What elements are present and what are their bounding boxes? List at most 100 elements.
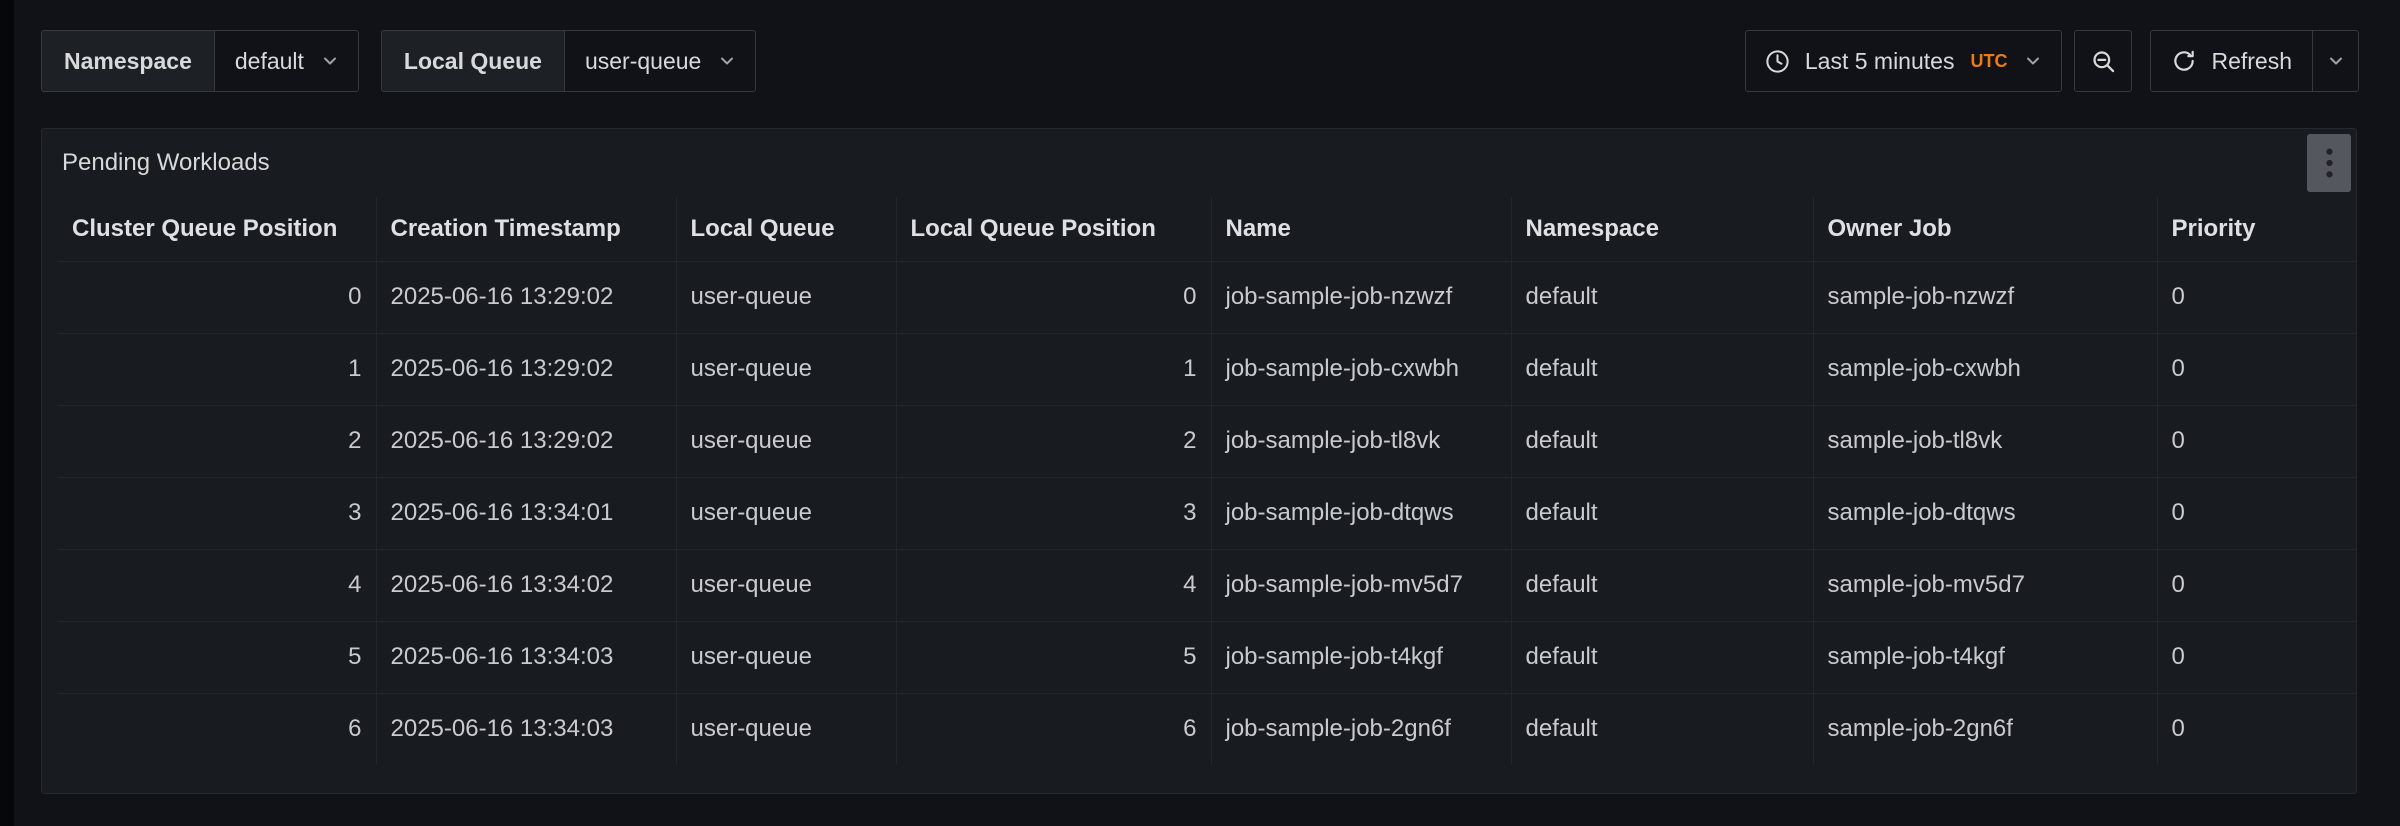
table-row: 12025-06-16 13:29:02user-queue1job-sampl…: [58, 333, 2356, 405]
column-header-creation_timestamp[interactable]: Creation Timestamp: [376, 197, 676, 261]
table-row: 62025-06-16 13:34:03user-queue6job-sampl…: [58, 693, 2356, 765]
cell-priority: 0: [2157, 261, 2356, 333]
cell-local_queue_position: 4: [896, 549, 1211, 621]
cell-local_queue_position: 1: [896, 333, 1211, 405]
time-range-label: Last 5 minutes: [1805, 48, 1955, 75]
refresh-interval-dropdown[interactable]: [2312, 31, 2358, 91]
cell-cluster_queue_position: 2: [58, 405, 376, 477]
chevron-down-icon: [320, 51, 340, 71]
table-row: 32025-06-16 13:34:01user-queue3job-sampl…: [58, 477, 2356, 549]
cell-namespace: default: [1511, 549, 1813, 621]
cell-local_queue: user-queue: [676, 333, 896, 405]
cell-creation_timestamp: 2025-06-16 13:34:03: [376, 621, 676, 693]
cell-local_queue_position: 5: [896, 621, 1211, 693]
table-wrap: Cluster Queue PositionCreation Timestamp…: [42, 197, 2356, 765]
column-header-local_queue[interactable]: Local Queue: [676, 197, 896, 261]
cell-name: job-sample-job-2gn6f: [1211, 693, 1511, 765]
cell-cluster_queue_position: 3: [58, 477, 376, 549]
cell-owner_job: sample-job-nzwzf: [1813, 261, 2157, 333]
zoom-out-time-range-button[interactable]: [2074, 30, 2132, 92]
time-range-picker-button[interactable]: Last 5 minutes UTC: [1745, 30, 2063, 92]
cell-local_queue: user-queue: [676, 405, 896, 477]
cell-namespace: default: [1511, 405, 1813, 477]
cell-name: job-sample-job-mv5d7: [1211, 549, 1511, 621]
table-row: 02025-06-16 13:29:02user-queue0job-sampl…: [58, 261, 2356, 333]
cell-name: job-sample-job-tl8vk: [1211, 405, 1511, 477]
chevron-down-icon: [717, 51, 737, 71]
cell-priority: 0: [2157, 405, 2356, 477]
cell-priority: 0: [2157, 621, 2356, 693]
cell-creation_timestamp: 2025-06-16 13:29:02: [376, 405, 676, 477]
cell-local_queue_position: 0: [896, 261, 1211, 333]
cell-creation_timestamp: 2025-06-16 13:29:02: [376, 261, 676, 333]
variable-local-queue-value: user-queue: [585, 48, 701, 75]
cell-creation_timestamp: 2025-06-16 13:34:01: [376, 477, 676, 549]
column-header-cluster_queue_position[interactable]: Cluster Queue Position: [58, 197, 376, 261]
variable-local-queue-select[interactable]: user-queue: [565, 30, 756, 92]
variable-local-queue-label: Local Queue: [381, 30, 565, 92]
cell-priority: 0: [2157, 549, 2356, 621]
cell-cluster_queue_position: 5: [58, 621, 376, 693]
variable-namespace: Namespace default: [41, 30, 359, 92]
variable-local-queue: Local Queue user-queue: [381, 30, 756, 92]
table-row: 22025-06-16 13:29:02user-queue2job-sampl…: [58, 405, 2356, 477]
cell-local_queue: user-queue: [676, 693, 896, 765]
variable-namespace-select[interactable]: default: [215, 30, 359, 92]
cell-owner_job: sample-job-2gn6f: [1813, 693, 2157, 765]
cell-cluster_queue_position: 1: [58, 333, 376, 405]
cell-cluster_queue_position: 4: [58, 549, 376, 621]
cell-owner_job: sample-job-cxwbh: [1813, 333, 2157, 405]
refresh-label: Refresh: [2211, 48, 2292, 75]
variable-namespace-value: default: [235, 48, 304, 75]
table-row: 42025-06-16 13:34:02user-queue4job-sampl…: [58, 549, 2356, 621]
cell-namespace: default: [1511, 333, 1813, 405]
cell-cluster_queue_position: 6: [58, 693, 376, 765]
column-header-priority[interactable]: Priority: [2157, 197, 2356, 261]
cell-owner_job: sample-job-t4kgf: [1813, 621, 2157, 693]
refresh-split-button: Refresh: [2150, 30, 2359, 92]
cell-priority: 0: [2157, 693, 2356, 765]
cell-namespace: default: [1511, 621, 1813, 693]
cell-namespace: default: [1511, 693, 1813, 765]
panel-header: Pending Workloads: [42, 129, 2356, 197]
cell-priority: 0: [2157, 333, 2356, 405]
table-row: 52025-06-16 13:34:03user-queue5job-sampl…: [58, 621, 2356, 693]
cell-creation_timestamp: 2025-06-16 13:34:03: [376, 693, 676, 765]
cell-local_queue_position: 2: [896, 405, 1211, 477]
panel-title[interactable]: Pending Workloads: [62, 149, 270, 177]
cell-creation_timestamp: 2025-06-16 13:34:02: [376, 549, 676, 621]
cell-local_queue_position: 6: [896, 693, 1211, 765]
pending-workloads-table: Cluster Queue PositionCreation Timestamp…: [58, 197, 2356, 765]
cell-namespace: default: [1511, 261, 1813, 333]
kebab-menu-icon: [2325, 146, 2334, 180]
cell-name: job-sample-job-t4kgf: [1211, 621, 1511, 693]
cell-namespace: default: [1511, 477, 1813, 549]
cell-owner_job: sample-job-mv5d7: [1813, 549, 2157, 621]
panel-menu-button[interactable]: [2307, 134, 2351, 192]
cell-owner_job: sample-job-dtqws: [1813, 477, 2157, 549]
dashboard-toolbar: Namespace default Local Queue user-queue…: [41, 30, 2359, 92]
cell-name: job-sample-job-dtqws: [1211, 477, 1511, 549]
timezone-badge: UTC: [1970, 51, 2007, 72]
cell-local_queue: user-queue: [676, 477, 896, 549]
cell-local_queue: user-queue: [676, 549, 896, 621]
column-header-local_queue_position[interactable]: Local Queue Position: [896, 197, 1211, 261]
window-edge: [0, 0, 14, 826]
zoom-out-minus-icon: [2090, 48, 2117, 75]
cell-name: job-sample-job-cxwbh: [1211, 333, 1511, 405]
cell-cluster_queue_position: 0: [58, 261, 376, 333]
cell-name: job-sample-job-nzwzf: [1211, 261, 1511, 333]
column-header-namespace[interactable]: Namespace: [1511, 197, 1813, 261]
column-header-owner_job[interactable]: Owner Job: [1813, 197, 2157, 261]
pending-workloads-panel: Pending Workloads Cluster Queue Position…: [41, 128, 2357, 794]
variable-namespace-label: Namespace: [41, 30, 215, 92]
cell-local_queue: user-queue: [676, 621, 896, 693]
table-body: 02025-06-16 13:29:02user-queue0job-sampl…: [58, 261, 2356, 765]
table-header-row: Cluster Queue PositionCreation Timestamp…: [58, 197, 2356, 261]
cell-priority: 0: [2157, 477, 2356, 549]
refresh-button[interactable]: Refresh: [2151, 31, 2312, 91]
column-header-name[interactable]: Name: [1211, 197, 1511, 261]
chevron-down-icon: [2023, 51, 2043, 71]
cell-local_queue_position: 3: [896, 477, 1211, 549]
cell-local_queue: user-queue: [676, 261, 896, 333]
